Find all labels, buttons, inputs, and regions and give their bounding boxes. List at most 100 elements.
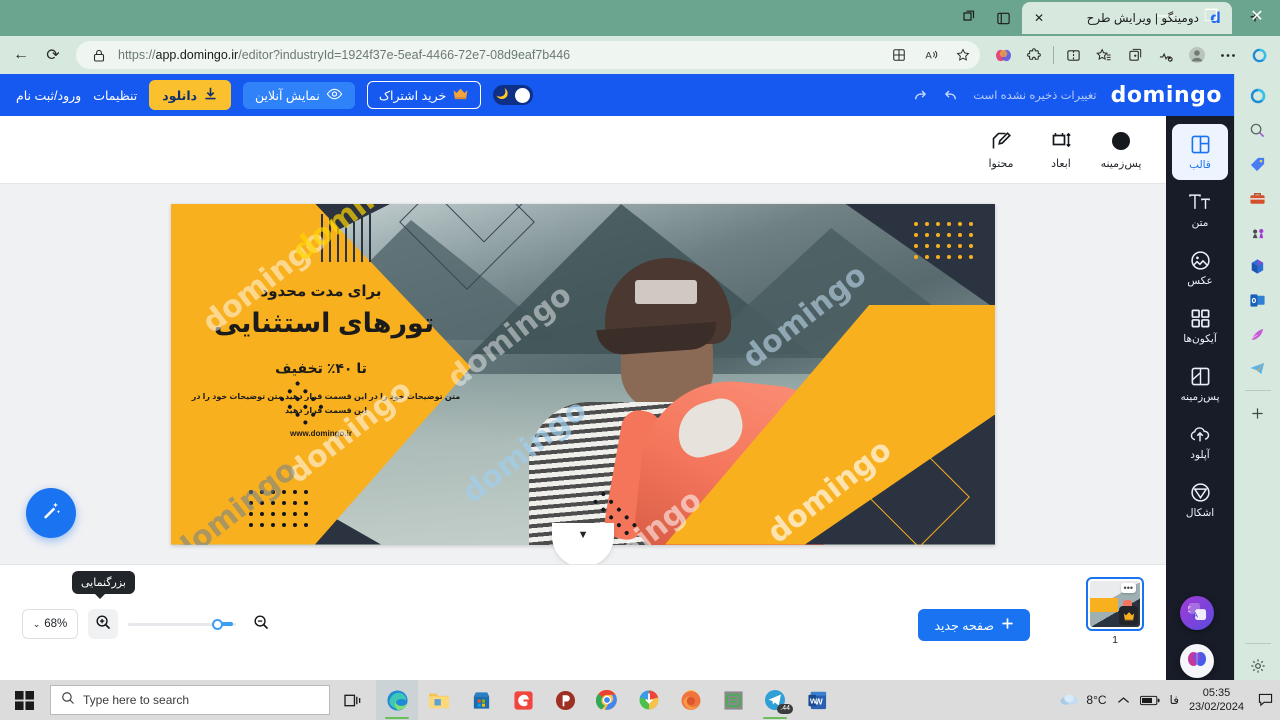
shopping-icon[interactable] [1242,148,1274,180]
clock-date: 23/02/2024 [1188,701,1244,713]
star-icon[interactable] [950,42,976,68]
weather-widget[interactable]: 8°C [1059,692,1107,709]
close-window-icon[interactable]: ✕ [1234,0,1280,32]
taskbar-app-telegram[interactable]: .44 [754,680,796,720]
tool-dimensions[interactable]: ابعاد [1034,122,1088,178]
new-page-button[interactable]: صفحه جدید [918,609,1030,641]
language-indicator[interactable]: فا [1170,693,1179,707]
tools-icon[interactable] [1242,182,1274,214]
page-thumbnail[interactable]: ••• [1086,577,1144,631]
split-screen-icon[interactable] [1058,40,1088,70]
translate-button[interactable]: 文A [1180,596,1214,630]
chevron-up-icon[interactable] [1117,696,1130,705]
subscribe-button[interactable]: خرید اشتراک [366,81,482,109]
sidebar-item-text[interactable]: متن [1172,182,1228,238]
notification-icon[interactable] [1254,685,1276,715]
zoom-out-button[interactable] [246,609,276,639]
taskbar-app-word[interactable]: WW [796,680,838,720]
search-icon[interactable] [1242,114,1274,146]
canvas-discount-text[interactable]: تا ۴۰٪ تخفیف [171,360,471,377]
telegram-icon[interactable] [1242,352,1274,384]
tool-content[interactable]: محتوا [974,122,1028,178]
taskbar-app-microsoft-store[interactable] [460,680,502,720]
toggle-knob [515,87,531,103]
settings-link[interactable]: تنظیمات [93,88,137,103]
add-icon[interactable] [1242,397,1274,429]
maximize-icon[interactable]: ❐ [1188,0,1234,32]
sidebar-item-background[interactable]: پس‌زمینه [1172,356,1228,412]
canvas-url-text[interactable]: www.domingo.ir [171,429,471,438]
taskbar-app-camtasia[interactable] [502,680,544,720]
canvas-body-text[interactable]: متن توضیحات خود را در این قسمت قرار دهید… [191,390,461,418]
image-creator-icon[interactable] [1242,318,1274,350]
microsoft365-icon[interactable] [1242,250,1274,282]
telegram-badge: .44 [777,704,793,714]
app-logo[interactable]: domingo [1111,83,1222,108]
login-register-link[interactable]: ورود/ثبت نام [16,88,81,103]
zoom-slider-thumb[interactable] [212,618,223,630]
url-scheme: https:// [118,48,156,62]
taskbar-app-file-explorer[interactable] [418,680,460,720]
sidebar-item-template[interactable]: قالب [1172,124,1228,180]
canvas-collapse-handle[interactable]: ▼ [552,522,614,567]
online-preview-button[interactable]: نمایش آنلاین [243,81,355,109]
taskbar-search-input[interactable]: Type here to search [50,685,330,715]
games-icon[interactable] [1242,216,1274,248]
sidebar-divider [1244,390,1271,391]
tab-actions-icon[interactable] [988,4,1018,32]
taskbar-app-notepad[interactable] [712,680,754,720]
sidebar-item-upload[interactable]: آپلود [1172,414,1228,470]
gear-icon[interactable] [1242,650,1274,682]
taskbar-app-firefox[interactable] [670,680,712,720]
settings-more-icon[interactable] [1213,40,1243,70]
more-icon[interactable]: ••• [1120,583,1136,593]
magic-wand-button[interactable] [26,488,76,538]
copilot-sidebar-icon[interactable] [1242,80,1274,112]
sidebar-item-shapes[interactable]: اشکال [1172,472,1228,528]
copilot-sidebar-icon[interactable] [1244,40,1274,70]
close-icon[interactable]: ✕ [1030,9,1048,27]
profile-icon[interactable] [1182,40,1212,70]
tool-background[interactable]: پس‌زمینه [1094,122,1148,178]
image-icon [1190,249,1211,271]
taskbar-app-chrome[interactable] [586,680,628,720]
clock-time: 05:35 [1202,687,1231,699]
taskbar-app-photoscape[interactable] [544,680,586,720]
outlook-icon[interactable] [1242,284,1274,316]
canvas-eyebrow-text[interactable]: برای مدت محدود [171,282,471,300]
copilot-icon[interactable] [988,40,1018,70]
collections-icon[interactable] [1120,40,1150,70]
browser-essentials-icon[interactable] [1151,40,1181,70]
theme-toggle[interactable]: 🌙 [493,85,534,105]
clock-widget[interactable]: 05:35 23/02/2024 [1189,686,1244,714]
workspaces-icon[interactable] [954,4,984,32]
design-canvas[interactable]: برای مدت محدود تورهای استثنایی تا ۴۰٪ تخ… [171,203,995,545]
download-button[interactable]: دانلود [149,80,232,110]
thumb-yellow-shape [1090,598,1118,613]
ai-assistant-button[interactable] [1180,644,1214,678]
address-bar[interactable]: https://app.domingo.ir/editor?industryId… [76,41,980,69]
extensions-icon[interactable] [1019,40,1049,70]
taskbar-app-idm[interactable] [628,680,670,720]
undo-icon[interactable] [939,83,963,107]
sidebar-item-background-label: پس‌زمینه [1180,391,1220,403]
zoom-slider[interactable] [128,609,236,639]
canvas-headline-text[interactable]: تورهای استثنایی [171,308,489,339]
battery-icon[interactable] [1139,695,1160,706]
windows-start-icon[interactable] [0,680,48,720]
reload-icon[interactable]: ⟳ [38,40,68,70]
sidebar-item-image[interactable]: عکس [1172,240,1228,296]
taskbar-app-edge[interactable] [376,680,418,720]
minimize-icon[interactable]: — [1142,0,1188,32]
redo-icon[interactable] [907,83,931,107]
zoom-level-select[interactable]: ⌄ 68% [22,609,78,639]
sidebar-item-icons[interactable]: آیکون‌ها [1172,298,1228,354]
zoom-in-button[interactable] [88,609,118,639]
task-view-icon[interactable] [330,680,376,720]
back-icon[interactable]: ← [6,40,36,70]
split-screen-icon[interactable] [886,42,912,68]
canvas-area[interactable]: برای مدت محدود تورهای استثنایی تا ۴۰٪ تخ… [0,184,1166,567]
favorites-icon[interactable] [1089,40,1119,70]
read-aloud-icon[interactable]: A [918,42,944,68]
download-icon [203,86,218,104]
